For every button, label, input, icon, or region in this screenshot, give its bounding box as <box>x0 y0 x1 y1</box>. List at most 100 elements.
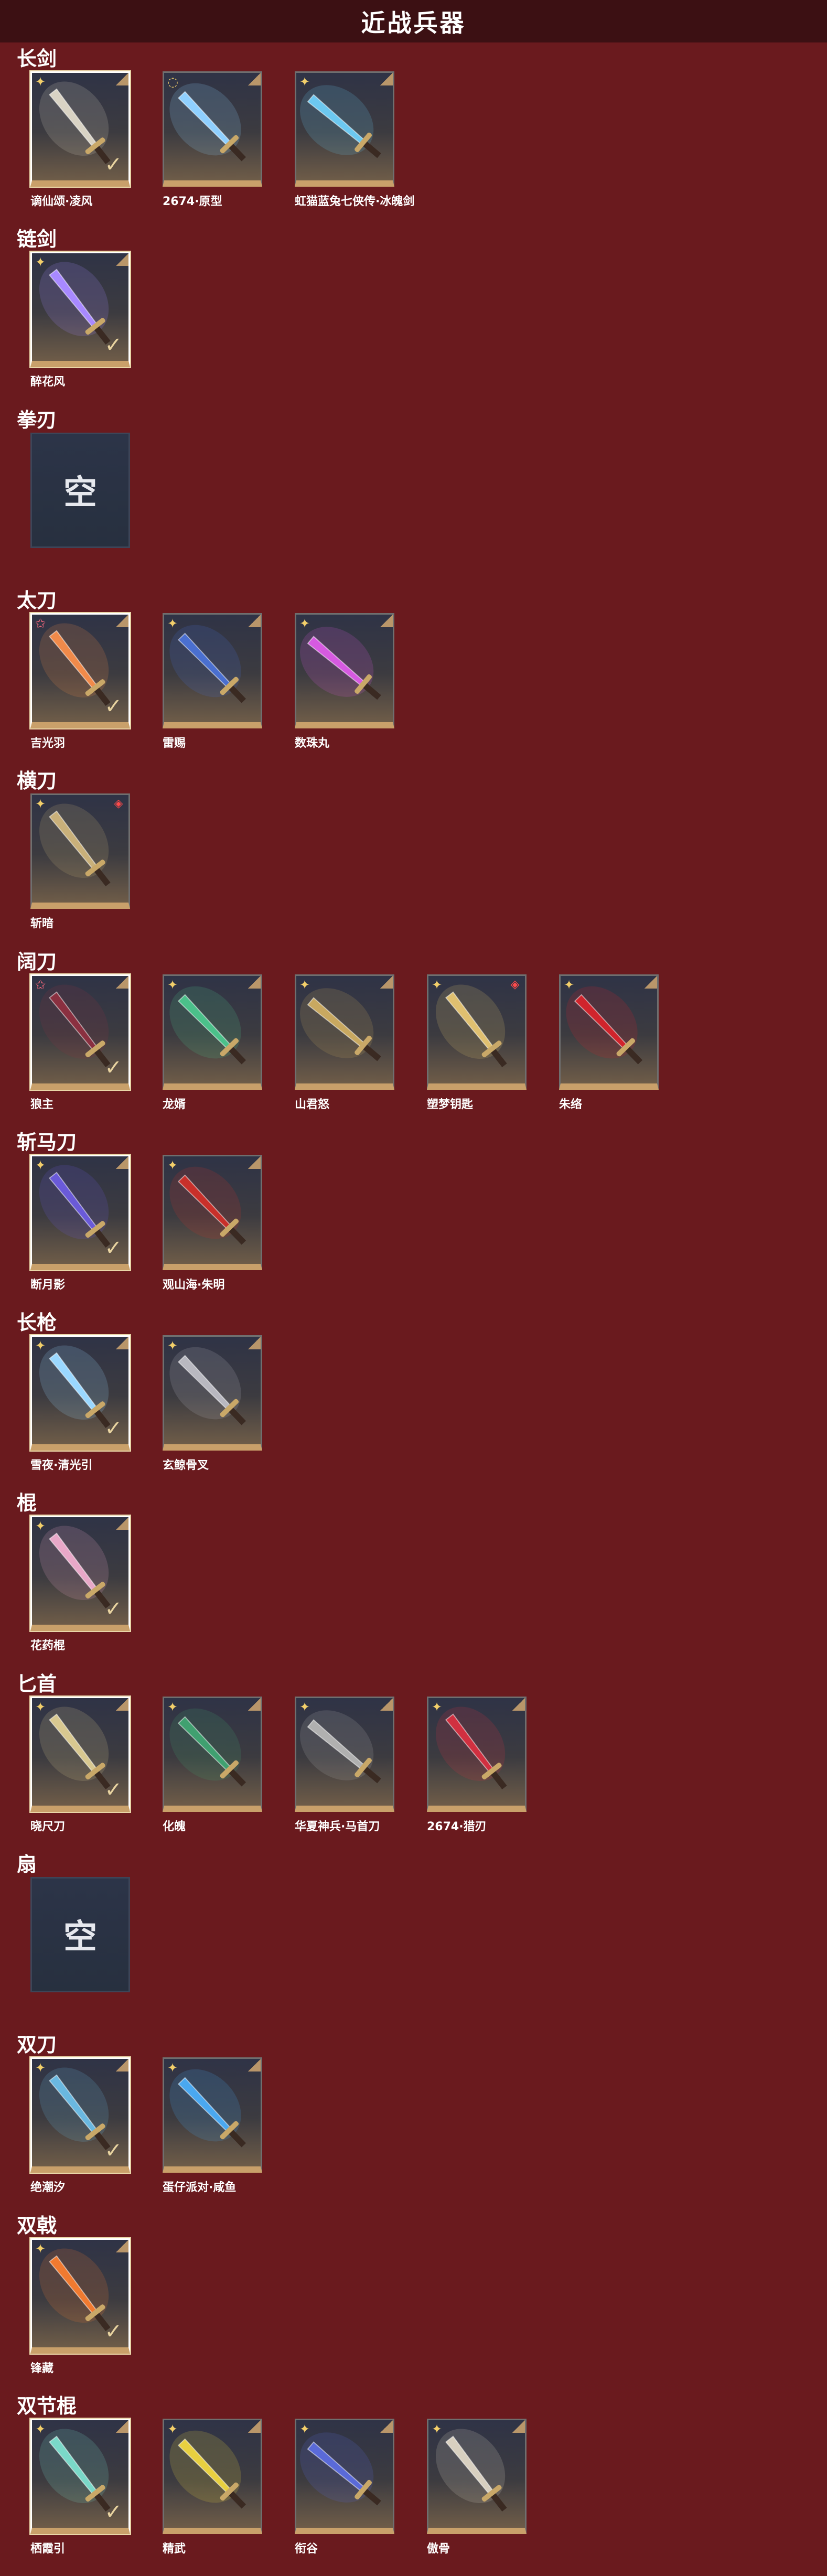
category-title: 棍 <box>17 1491 37 1515</box>
weapon-art <box>169 2430 246 2509</box>
empty-slot-label: 空 <box>63 1918 97 1957</box>
weapon-card[interactable]: ◌ <box>163 71 262 187</box>
weapon-card[interactable]: ✦ <box>427 1696 527 1812</box>
empty-weapon-slot[interactable]: 空 <box>30 432 133 590</box>
weapon-art <box>169 83 246 162</box>
weapon-card[interactable]: ✦ ✓ <box>30 2057 130 2173</box>
weapon-card[interactable]: ✦ ✓ <box>30 1335 130 1451</box>
weapon-item[interactable]: ✦ 蛋仔派对·咸鱼 <box>163 2057 265 2215</box>
checkmark-icon: ✓ <box>104 2319 122 2344</box>
corner-tab-icon <box>248 2420 261 2433</box>
weapon-item[interactable]: ✦ 观山海·朱明 <box>163 1154 265 1312</box>
corner-tab-icon <box>116 2059 128 2072</box>
weapon-name: 山君怒 <box>295 1098 330 1111</box>
weapon-card[interactable]: ✦ ✓ <box>30 71 130 187</box>
weapon-art <box>169 625 246 703</box>
weapon-art <box>435 984 507 1067</box>
weapon-item[interactable]: ✦ 精武 <box>163 2418 265 2576</box>
weapon-card[interactable]: ✦ <box>295 613 394 728</box>
weapon-item[interactable]: ✦ ✓ 雪夜·清光引 <box>30 1335 133 1493</box>
weapon-name: 狼主 <box>30 1098 54 1111</box>
weapon-item[interactable]: ✦ ✓ 断月影 <box>30 1154 133 1312</box>
weapon-card[interactable]: ✦ <box>295 2418 394 2534</box>
corner-tab-icon <box>116 2420 128 2433</box>
red-diamond-icon: ◈ <box>510 978 520 991</box>
weapon-card[interactable]: ✦ <box>163 1335 262 1451</box>
weapon-card[interactable]: ✦ <box>559 974 659 1090</box>
weapon-item[interactable]: ✦ 山君怒 <box>295 974 398 1132</box>
weapon-card[interactable]: ✩ ✓ <box>30 613 130 728</box>
weapon-name: 雷赐 <box>163 736 186 750</box>
weapon-card[interactable]: ✦ ✓ <box>30 2238 130 2354</box>
weapon-item[interactable]: ✦ 雷赐 <box>163 613 265 770</box>
weapon-card[interactable]: ✦ <box>163 613 262 728</box>
corner-tab-icon <box>116 614 128 627</box>
weapon-item[interactable]: ✦ ✓ 醉花风 <box>30 252 133 409</box>
weapon-item[interactable]: ✦ ✓ 锋藏 <box>30 2238 133 2396</box>
weapon-card[interactable]: ✦ ✓ <box>30 252 130 368</box>
weapon-card[interactable]: 空 <box>30 432 130 548</box>
weapon-item[interactable]: ✦ 玄鲸骨叉 <box>163 1335 265 1493</box>
empty-weapon-slot[interactable]: 空 <box>30 1877 133 2034</box>
corner-tab-icon <box>380 2420 393 2433</box>
weapon-card[interactable]: ✩ ✓ <box>30 974 130 1090</box>
weapon-name: 傲骨 <box>427 2542 450 2556</box>
weapon-item[interactable]: ✦ ✓ 谪仙颂·凌风 <box>30 71 133 229</box>
weapon-card[interactable]: ✦ <box>295 974 394 1090</box>
corner-tab-icon <box>116 253 128 266</box>
gold-star-icon: ✦ <box>35 2060 46 2076</box>
weapon-name: 数珠丸 <box>295 736 330 750</box>
checkmark-icon: ✓ <box>104 2499 122 2524</box>
weapon-card[interactable]: ✦ ◈ <box>30 793 130 909</box>
weapon-item[interactable]: ✦ 化魄 <box>163 1696 265 1854</box>
pink-star-icon: ✩ <box>35 977 46 992</box>
weapon-name: 龙婿 <box>163 1098 186 1111</box>
gold-star-icon: ✦ <box>167 2421 178 2437</box>
weapon-item[interactable]: ✦ ✓ 绝潮汐 <box>30 2057 133 2215</box>
weapon-card[interactable]: ✦ ◈ <box>427 974 527 1090</box>
weapon-item[interactable]: ✦ ✓ 花药棍 <box>30 1516 133 1673</box>
weapon-card[interactable]: ✦ <box>295 1696 394 1812</box>
weapon-item[interactable]: ✦ 虹猫蓝兔七侠传·冰魄剑 <box>295 71 414 229</box>
weapon-card[interactable]: ✦ <box>163 2418 262 2534</box>
category-section: 长枪 ✦ ✓ 雪夜·清光引 ✦ 玄鲸骨叉 <box>0 1308 827 1488</box>
weapon-card[interactable]: ✦ ✓ <box>30 1516 130 1632</box>
weapon-item[interactable]: ✦ ◈ 斩暗 <box>30 793 133 951</box>
weapon-item[interactable]: ✦ ✓ 栖霞引 <box>30 2418 133 2576</box>
weapon-card[interactable]: ✦ <box>295 71 394 187</box>
weapon-item[interactable]: ✦ 朱络 <box>559 974 662 1132</box>
weapon-item[interactable]: ✦ 衔谷 <box>295 2418 398 2576</box>
weapon-card[interactable]: 空 <box>30 1877 130 1992</box>
category-section: 横刀 ✦ ◈ 斩暗 <box>0 766 827 947</box>
weapon-card[interactable]: ✦ <box>163 974 262 1090</box>
weapon-card[interactable]: ✦ <box>163 1154 262 1270</box>
weapon-item[interactable]: ✦ 2674·猎刃 <box>427 1696 530 1854</box>
weapon-item[interactable]: ✦ 傲骨 <box>427 2418 530 2576</box>
weapon-art <box>300 627 381 700</box>
weapon-art <box>300 2432 381 2506</box>
weapon-item[interactable]: ✦ 数珠丸 <box>295 613 398 770</box>
weapon-item[interactable]: ✩ ✓ 狼主 <box>30 974 133 1132</box>
weapon-card[interactable]: ✦ ✓ <box>30 1154 130 1270</box>
gold-star-icon: ✦ <box>35 1157 46 1173</box>
category-title: 阔刀 <box>17 950 57 973</box>
weapon-card[interactable]: ✦ ✓ <box>30 2418 130 2534</box>
category-title: 双节棍 <box>17 2394 77 2418</box>
weapon-art <box>300 85 381 158</box>
weapon-item[interactable]: ◌ 2674·原型 <box>163 71 265 229</box>
weapon-name: 花药棍 <box>30 1639 66 1653</box>
weapon-card[interactable]: ✦ <box>163 2057 262 2173</box>
weapon-name: 断月影 <box>30 1278 66 1292</box>
corner-tab-icon <box>116 1517 128 1530</box>
weapon-card[interactable]: ✦ <box>163 1696 262 1812</box>
gold-star-icon: ✦ <box>167 616 178 631</box>
weapon-item[interactable]: ✦ ◈ 塑梦钥匙 <box>427 974 530 1132</box>
weapon-card[interactable]: ✦ <box>427 2418 527 2534</box>
weapon-item[interactable]: ✦ ✓ 晓尺刀 <box>30 1696 133 1854</box>
page-title: 近战兵器 <box>361 8 466 37</box>
weapon-item[interactable]: ✦ 龙婿 <box>163 974 265 1132</box>
weapon-item[interactable]: ✦ 华夏神兵·马首刀 <box>295 1696 398 1854</box>
weapon-name: 栖霞引 <box>30 2542 66 2556</box>
weapon-item[interactable]: ✩ ✓ 吉光羽 <box>30 613 133 770</box>
weapon-card[interactable]: ✦ ✓ <box>30 1696 130 1812</box>
